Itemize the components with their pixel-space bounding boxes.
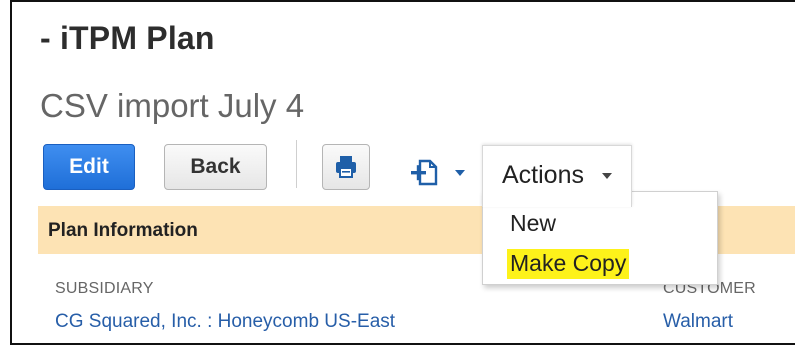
section-title: Plan Information (48, 220, 198, 241)
menu-item-make-copy[interactable]: Make Copy (483, 245, 717, 279)
subsidiary-label: SUBSIDIARY (55, 280, 154, 297)
chevron-down-icon (602, 173, 612, 179)
print-button[interactable] (322, 144, 370, 190)
record-name-title: CSV import July 4 (40, 87, 305, 124)
new-record-icon (411, 159, 465, 186)
print-icon (336, 156, 356, 178)
record-type-title: - iTPM Plan (40, 20, 215, 56)
back-button[interactable]: Back (164, 144, 267, 190)
menu-item-new[interactable]: New (483, 206, 717, 238)
toolbar-divider (296, 140, 297, 188)
actions-label: Actions (502, 161, 584, 189)
new-record-dropdown[interactable] (410, 158, 470, 188)
edit-button[interactable]: Edit (43, 144, 135, 190)
actions-menu-button[interactable]: Actions (482, 145, 632, 207)
menu-item-new-label: New (510, 210, 557, 236)
customer-value-link[interactable]: Walmart (663, 311, 733, 333)
menu-item-make-copy-label: Make Copy (507, 249, 630, 279)
subsidiary-value-link[interactable]: CG Squared, Inc. : Honeycomb US-East (55, 311, 395, 333)
